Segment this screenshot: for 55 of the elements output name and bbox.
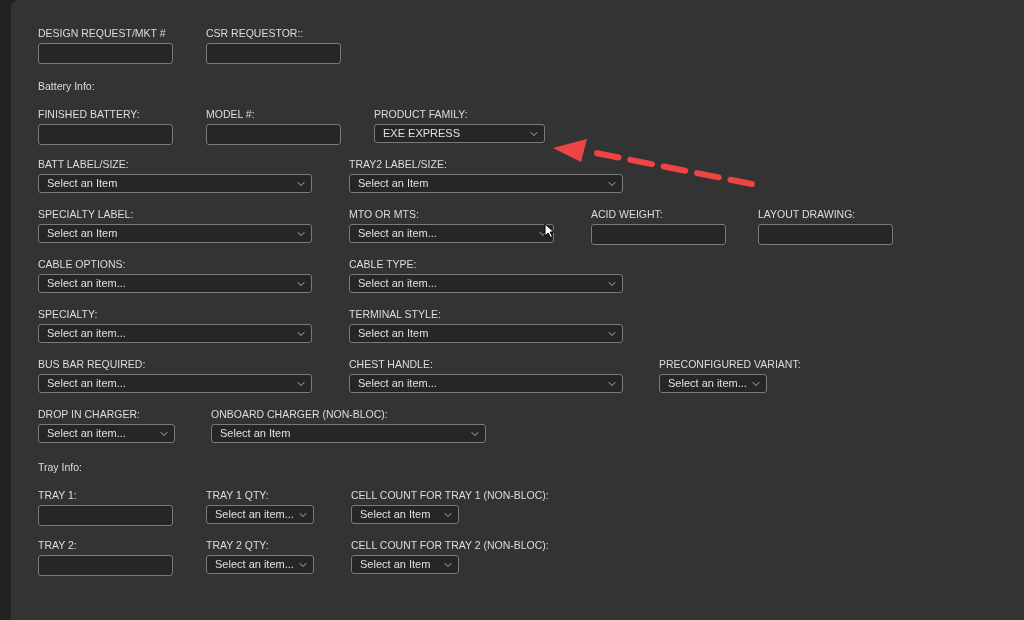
text-field[interactable] bbox=[758, 224, 893, 245]
dropdown-field[interactable]: Select an item... bbox=[349, 224, 554, 243]
field-label: ONBOARD CHARGER (NON-BLOC): bbox=[211, 408, 389, 421]
dropdown-field[interactable]: EXE EXPRESS bbox=[374, 124, 545, 143]
dropdown-field[interactable]: Select an item... bbox=[206, 555, 314, 574]
dropdown-field[interactable]: Select an item... bbox=[38, 374, 312, 393]
field-label: CABLE TYPE: bbox=[349, 258, 418, 271]
dropdown-field[interactable]: Select an item... bbox=[349, 274, 623, 293]
text-field[interactable] bbox=[38, 124, 173, 145]
field-label: CELL COUNT FOR TRAY 1 (NON-BLOC): bbox=[351, 489, 550, 502]
dropdown-field[interactable]: Select an Item bbox=[349, 174, 623, 193]
dropdown-field[interactable]: Select an Item bbox=[351, 555, 459, 574]
field-label: PRODUCT FAMILY: bbox=[374, 108, 469, 121]
field-label: DESIGN REQUEST/MKT # bbox=[38, 27, 167, 40]
field-label: SPECIALTY: bbox=[38, 308, 99, 321]
field-label: SPECIALTY LABEL: bbox=[38, 208, 135, 221]
text-field[interactable] bbox=[206, 124, 341, 145]
text-field[interactable] bbox=[591, 224, 726, 245]
text-field[interactable] bbox=[206, 43, 341, 64]
field-label: TRAY 2: bbox=[38, 539, 78, 552]
dropdown-field[interactable]: Select an item... bbox=[38, 324, 312, 343]
dropdown-field[interactable]: Select an Item bbox=[38, 174, 312, 193]
dropdown-field[interactable]: Select an item... bbox=[38, 424, 175, 443]
field-label: TRAY 1 QTY: bbox=[206, 489, 270, 502]
field-label: CABLE OPTIONS: bbox=[38, 258, 127, 271]
field-label: BATT LABEL/SIZE: bbox=[38, 158, 130, 171]
field-label: CHEST HANDLE: bbox=[349, 358, 434, 371]
text-field[interactable] bbox=[38, 505, 173, 526]
dropdown-field[interactable]: Select an item... bbox=[659, 374, 767, 393]
field-label: MODEL #: bbox=[206, 108, 256, 121]
dropdown-field[interactable]: Select an item... bbox=[349, 374, 623, 393]
dropdown-field[interactable]: Select an Item bbox=[349, 324, 623, 343]
field-label: TRAY 1: bbox=[38, 489, 78, 502]
field-label: BUS BAR REQUIRED: bbox=[38, 358, 147, 371]
text-field[interactable] bbox=[38, 43, 173, 64]
field-label: TRAY 2 QTY: bbox=[206, 539, 270, 552]
field-label: FINISHED BATTERY: bbox=[38, 108, 141, 121]
field-label: PRECONFIGURED VARIANT: bbox=[659, 358, 802, 371]
field-label: TERMINAL STYLE: bbox=[349, 308, 442, 321]
mouse-pointer-icon bbox=[544, 223, 555, 238]
dropdown-field[interactable]: Select an Item bbox=[351, 505, 459, 524]
field-label: MTO OR MTS: bbox=[349, 208, 420, 221]
dropdown-field[interactable]: Select an item... bbox=[206, 505, 314, 524]
field-label: ACID WEIGHT: bbox=[591, 208, 664, 221]
field-label: LAYOUT DRAWING: bbox=[758, 208, 857, 221]
field-label: CELL COUNT FOR TRAY 2 (NON-BLOC): bbox=[351, 539, 550, 552]
dropdown-field[interactable]: Select an Item bbox=[38, 224, 312, 243]
field-label: TRAY2 LABEL/SIZE: bbox=[349, 158, 448, 171]
field-label: DROP IN CHARGER: bbox=[38, 408, 141, 421]
dropdown-field[interactable]: Select an item... bbox=[38, 274, 312, 293]
section-heading: Tray Info: bbox=[38, 460, 83, 474]
section-heading: Battery Info: bbox=[38, 79, 96, 93]
text-field[interactable] bbox=[38, 555, 173, 576]
field-label: CSR REQUESTOR:: bbox=[206, 27, 305, 40]
dropdown-field[interactable]: Select an Item bbox=[211, 424, 486, 443]
